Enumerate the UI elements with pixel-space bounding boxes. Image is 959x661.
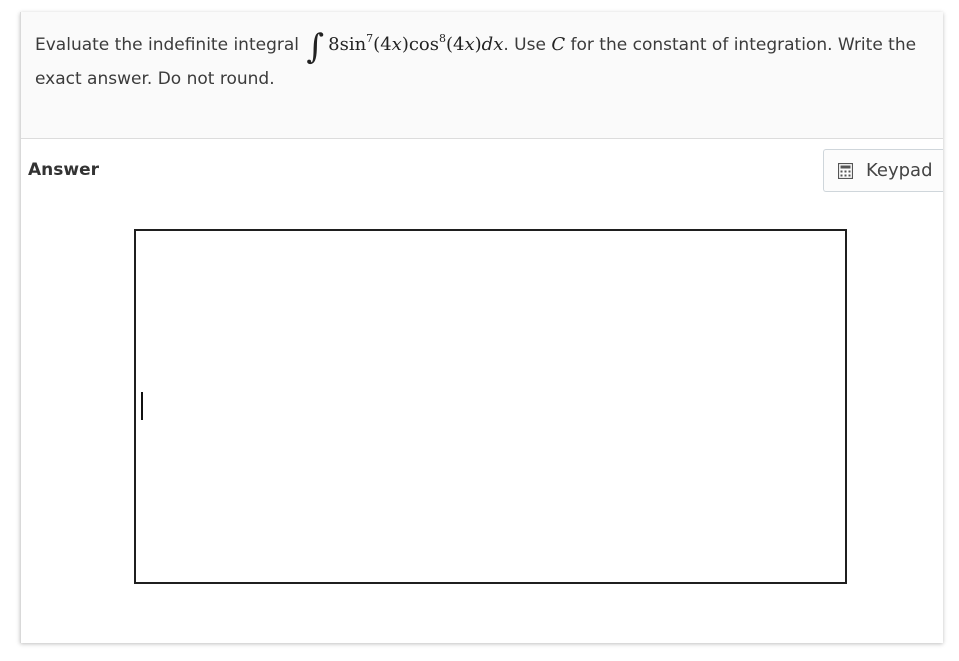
question-suffix: for the constant of integration. Write t… xyxy=(570,35,917,55)
keypad-button[interactable]: Keypad xyxy=(823,149,943,192)
text-cursor xyxy=(141,392,143,420)
answer-label: Answer xyxy=(28,160,99,180)
question-panel: Evaluate the indefinite integral ∫ 8sin7(… xyxy=(20,12,943,643)
question-prompt: Evaluate the indefinite integral ∫ 8sin7(… xyxy=(21,12,943,139)
integrand: 8sin7(4x)cos8(4x)dx xyxy=(328,32,504,55)
question-after-integral: . Use xyxy=(503,35,546,55)
question-line-2: exact answer. Do not round. xyxy=(35,69,275,89)
answer-input[interactable] xyxy=(134,229,847,584)
question-prefix: Evaluate the indefinite integral xyxy=(35,35,299,55)
integral-sign: ∫ xyxy=(306,27,325,67)
question-line-1: Evaluate the indefinite integral ∫ 8sin7(… xyxy=(35,24,917,67)
keypad-label: Keypad xyxy=(866,160,933,181)
constant-symbol: C xyxy=(551,34,566,55)
calculator-icon xyxy=(838,162,853,179)
